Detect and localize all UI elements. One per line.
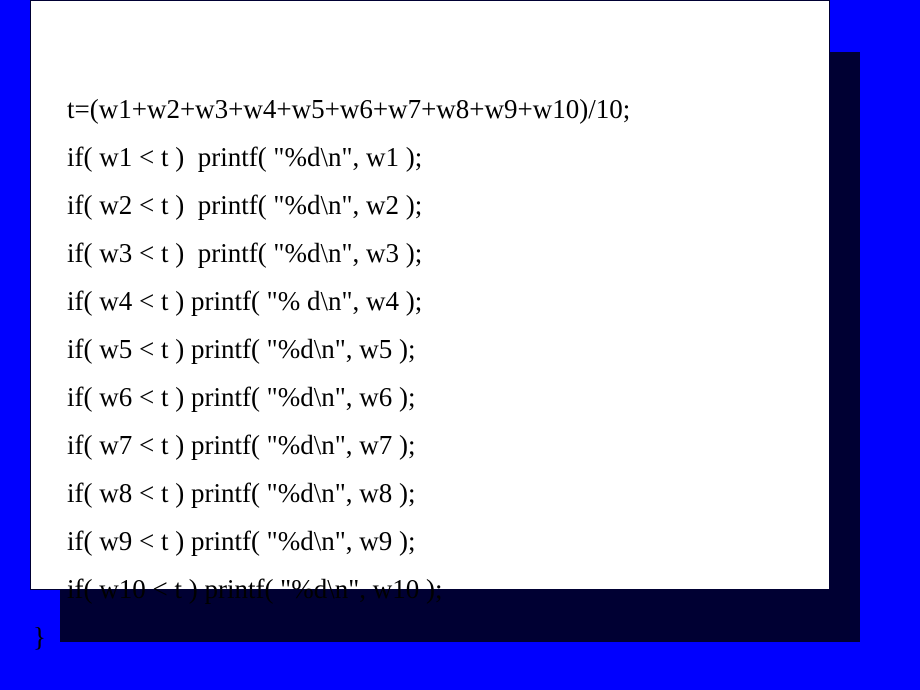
code-line-2: if( w2 < t ) printf( "%d\n", w2 ); — [67, 190, 422, 220]
code-line-8: if( w8 < t ) printf( "%d\n", w8 ); — [67, 478, 415, 508]
slide-background: t=(w1+w2+w3+w4+w5+w6+w7+w8+w9+w10)/10; i… — [0, 0, 920, 690]
code-line-9: if( w9 < t ) printf( "%d\n", w9 ); — [67, 526, 415, 556]
code-line-5: if( w5 < t ) printf( "%d\n", w5 ); — [67, 334, 415, 364]
code-line-6: if( w6 < t ) printf( "%d\n", w6 ); — [67, 382, 415, 412]
code-line-10: if( w10 < t ) printf( "%d\n", w10 ); — [67, 574, 442, 604]
code-line-7: if( w7 < t ) printf( "%d\n", w7 ); — [67, 430, 415, 460]
code-line-4: if( w4 < t ) printf( "% d\n", w4 ); — [67, 286, 422, 316]
code-line-1: if( w1 < t ) printf( "%d\n", w1 ); — [67, 142, 422, 172]
code-block: t=(w1+w2+w3+w4+w5+w6+w7+w8+w9+w10)/10; i… — [67, 37, 801, 661]
code-panel: t=(w1+w2+w3+w4+w5+w6+w7+w8+w9+w10)/10; i… — [30, 0, 830, 590]
code-line-11: } — [33, 622, 46, 652]
code-line-0: t=(w1+w2+w3+w4+w5+w6+w7+w8+w9+w10)/10; — [67, 94, 630, 124]
code-line-3: if( w3 < t ) printf( "%d\n", w3 ); — [67, 238, 422, 268]
